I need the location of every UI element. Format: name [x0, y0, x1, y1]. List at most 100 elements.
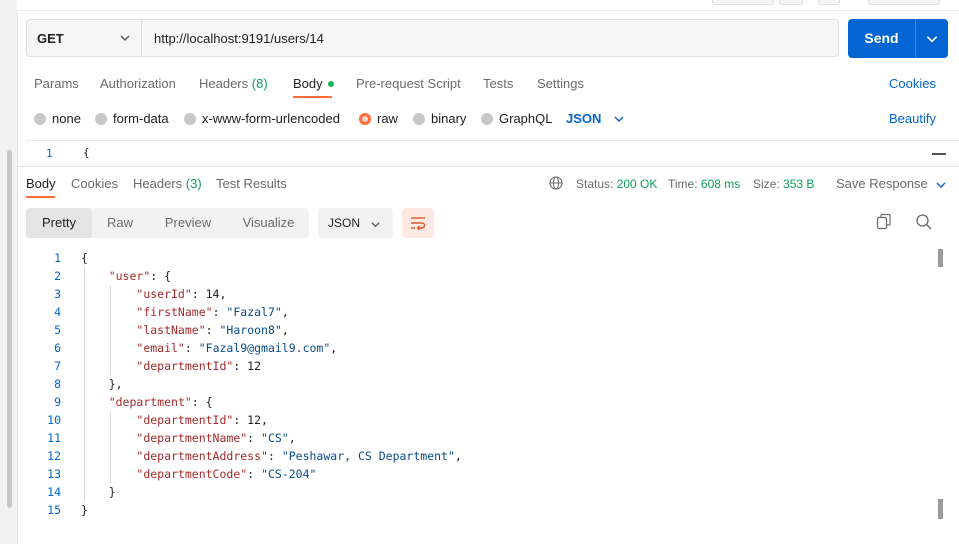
view-preview[interactable]: Preview — [148, 208, 228, 238]
code-text: "departmentName": "CS", — [136, 431, 296, 445]
line-number: 7 — [54, 359, 61, 373]
response-status: Status: 200 OK — [576, 177, 658, 191]
top-button[interactable] — [818, 0, 840, 5]
url-input[interactable]: http://localhost:9191/users/14 — [154, 31, 324, 46]
wrap-lines-icon — [411, 217, 426, 231]
cookies-link[interactable]: Cookies — [889, 76, 936, 91]
tab-params[interactable]: Params — [34, 76, 79, 91]
code-text: }, — [81, 377, 123, 391]
pane-divider[interactable] — [17, 166, 959, 167]
method-label: GET — [37, 30, 64, 46]
status-value: 200 OK — [616, 177, 658, 191]
radio-graphql[interactable]: GraphQL — [481, 111, 552, 126]
raw-format-dropdown[interactable]: JSON — [566, 111, 625, 126]
view-pretty[interactable]: Pretty — [26, 208, 92, 238]
tab-response-body[interactable]: Body — [26, 176, 56, 191]
tab-response-cookies[interactable]: Cookies — [71, 176, 118, 191]
line-number: 4 — [54, 305, 61, 319]
send-label: Send — [864, 30, 899, 46]
radio-circle-selected — [359, 112, 371, 125]
method-dropdown[interactable]: GET — [27, 20, 142, 56]
line-number: 3 — [54, 287, 61, 301]
tab-test-results[interactable]: Test Results — [216, 176, 287, 191]
response-body-viewer[interactable]: 1 {2 "user": {3 "userId": 14, 4 "firstName… — [26, 249, 936, 519]
top-toolbar-strip — [17, 0, 959, 11]
size-value: 353 B — [783, 177, 815, 191]
time-value: 608 ms — [700, 177, 741, 191]
left-scroll-gutter — [0, 0, 18, 544]
radio-circle — [95, 112, 107, 125]
save-response-button[interactable]: Save Response — [836, 176, 947, 191]
view-mode-segment: Pretty Raw Preview Visualize — [26, 208, 309, 238]
tab-tests[interactable]: Tests — [483, 76, 513, 91]
view-raw[interactable]: Raw — [92, 208, 148, 238]
code-text: "email": "Fazal9@gmail9.com", — [136, 341, 338, 355]
active-tab-underline — [293, 96, 332, 98]
radio-raw[interactable]: raw — [359, 111, 398, 126]
search-icon[interactable] — [915, 213, 933, 231]
code-text: } — [81, 503, 88, 517]
line-number: 10 — [47, 413, 61, 427]
tab-settings[interactable]: Settings — [537, 76, 584, 91]
view-visualize[interactable]: Visualize — [228, 208, 309, 238]
send-divider — [915, 19, 916, 58]
radio-none[interactable]: none — [34, 111, 81, 126]
response-size: Size: 353 B — [753, 177, 815, 191]
top-button[interactable] — [712, 0, 774, 5]
code-text: "user": { — [108, 269, 172, 283]
line-number: 8 — [54, 377, 61, 391]
copy-icon[interactable] — [876, 213, 892, 231]
code-text: "departmentAddress": "Peshawar, CS Depar… — [136, 449, 462, 463]
editor-content: { — [83, 146, 90, 159]
line-number: 2 — [54, 269, 61, 283]
line-number: 11 — [47, 431, 61, 445]
code-text: { — [81, 251, 88, 265]
code-text: "departmentId": 12 — [136, 359, 262, 373]
line-number: 1 — [46, 147, 53, 160]
line-number: 5 — [54, 323, 61, 337]
code-text: "department": { — [108, 395, 213, 409]
tab-headers[interactable]: Headers (8) — [199, 76, 268, 91]
line-number: 1 — [54, 251, 61, 265]
code-text: "departmentCode": "CS-204" — [136, 467, 317, 481]
radio-circle — [34, 112, 46, 125]
radio-x-www-form-urlencoded[interactable]: x-www-form-urlencoded — [184, 111, 340, 126]
chevron-down-icon — [120, 35, 130, 41]
line-number: 15 — [47, 503, 61, 517]
scroll-thumb-bottom[interactable] — [938, 499, 943, 519]
chevron-down-icon[interactable] — [925, 32, 939, 46]
tab-pre-request-script[interactable]: Pre-request Script — [356, 76, 461, 91]
tab-body[interactable]: Body — [293, 76, 334, 91]
radio-binary[interactable]: binary — [413, 111, 466, 126]
response-scrollbar[interactable] — [938, 249, 944, 519]
send-button[interactable]: Send — [848, 19, 948, 58]
radio-circle — [413, 112, 425, 125]
chevron-down-icon — [936, 182, 946, 188]
indent-guide — [84, 267, 85, 501]
radio-circle — [481, 112, 493, 125]
radio-circle — [184, 112, 196, 125]
tab-response-headers[interactable]: Headers (3) — [133, 176, 202, 191]
top-button[interactable] — [779, 0, 803, 5]
code-text: "firstName": "Fazal7", — [136, 305, 289, 319]
globe-icon[interactable] — [549, 176, 563, 190]
scroll-thumb-top[interactable] — [938, 249, 943, 267]
wrap-lines-button[interactable] — [402, 208, 434, 238]
chevron-down-icon — [371, 222, 380, 228]
request-body-editor[interactable]: 1 { — [26, 140, 959, 161]
response-time: Time: 608 ms — [668, 177, 741, 191]
line-number: 14 — [47, 485, 61, 499]
beautify-link[interactable]: Beautify — [889, 111, 936, 126]
response-format-dropdown[interactable]: JSON — [318, 208, 393, 238]
editor-scroll-marker — [932, 153, 946, 155]
tab-authorization[interactable]: Authorization — [100, 76, 176, 91]
top-button[interactable] — [868, 0, 940, 5]
line-number: 6 — [54, 341, 61, 355]
headers-count: (8) — [251, 76, 268, 91]
response-format-label: JSON — [328, 216, 361, 230]
left-scrollbar[interactable] — [7, 150, 12, 508]
radio-form-data[interactable]: form-data — [95, 111, 169, 126]
code-text: "lastName": "Haroon8", — [136, 323, 289, 337]
line-number: 9 — [54, 395, 61, 409]
url-bar: GET http://localhost:9191/users/14 — [26, 19, 839, 57]
